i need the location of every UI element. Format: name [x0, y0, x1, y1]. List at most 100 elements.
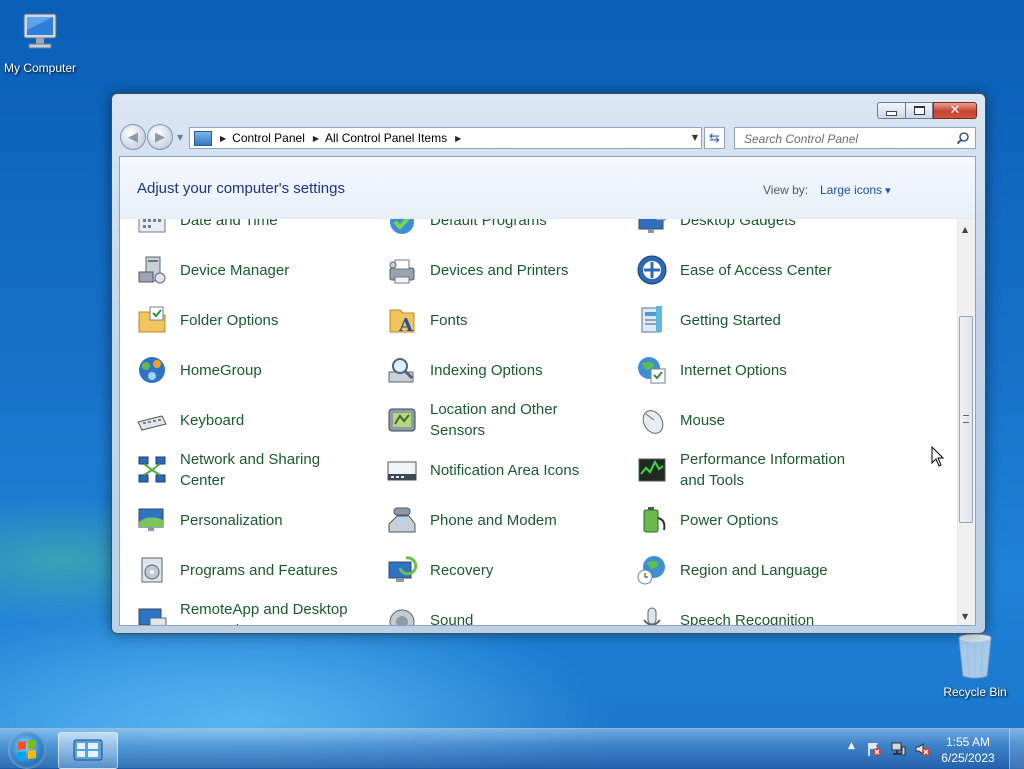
taskbar-clock[interactable]: 1:55 AM 6/25/2023: [938, 734, 998, 766]
maximize-button[interactable]: [905, 102, 933, 119]
volume-muted-icon[interactable]: [914, 741, 930, 757]
printer-icon: [389, 259, 415, 284]
cp-item-homegroup[interactable]: HomeGroup: [120, 347, 360, 393]
start-button[interactable]: [8, 731, 46, 769]
desktop-icon-recycle-bin[interactable]: Recycle Bin: [935, 630, 1015, 699]
cp-item-label: Devices and Printers: [430, 261, 569, 279]
cp-item-speech-recognition[interactable]: Speech Recognition: [620, 597, 860, 625]
breadcrumb-separator-icon[interactable]: ▶: [313, 134, 319, 143]
cp-item-folder-options[interactable]: Folder Options: [120, 297, 360, 343]
action-center-flag-icon[interactable]: [866, 741, 882, 757]
taskbar: ▲ 1:55 AM 6/25/2023: [0, 728, 1024, 769]
getting-started-icon: [641, 306, 662, 333]
cp-item-performance[interactable]: Performance Information and Tools: [620, 447, 860, 493]
network-status-icon[interactable]: [890, 741, 906, 757]
page-title: Adjust your computer's settings: [137, 180, 345, 197]
view-by-dropdown[interactable]: Large icons: [820, 183, 891, 197]
breadcrumb-control-panel[interactable]: Control Panel: [232, 131, 305, 145]
scroll-down-arrow-icon[interactable]: ▼: [962, 612, 968, 621]
sound-icon: [389, 609, 415, 625]
cp-item-ease-of-access[interactable]: Ease of Access Center: [620, 247, 860, 293]
breadcrumb-separator-icon[interactable]: ▶: [220, 134, 226, 143]
cp-item-label: Device Manager: [180, 261, 290, 279]
window-controls: ✕: [877, 102, 977, 119]
fonts-icon: A: [389, 309, 415, 336]
scrollbar-thumb[interactable]: [959, 316, 973, 523]
maximize-icon: [913, 106, 925, 115]
view-by-label: View by:: [763, 183, 809, 197]
cp-item-label: Getting Started: [680, 311, 781, 329]
cp-item-notification-icons[interactable]: Notification Area Icons: [370, 447, 610, 493]
cp-item-power-options[interactable]: Power Options: [620, 497, 860, 543]
cp-item-label: RemoteApp and Desktop Connections: [180, 601, 348, 625]
cp-item-fonts[interactable]: A Fonts: [370, 297, 610, 343]
cp-item-getting-started[interactable]: Getting Started: [620, 297, 860, 343]
cp-item-label: HomeGroup: [180, 361, 262, 379]
close-icon: ✕: [949, 103, 961, 118]
cp-item-label: Region and Language: [680, 561, 828, 579]
cp-item-network-sharing[interactable]: Network and Sharing Center: [120, 447, 360, 493]
mouse-icon: [642, 410, 664, 434]
cp-item-default-programs[interactable]: Default Programs: [370, 219, 610, 243]
cp-item-label: Ease of Access Center: [680, 261, 832, 279]
show-desktop-button[interactable]: [1009, 729, 1024, 769]
cp-item-label: Fonts: [430, 311, 468, 329]
cp-item-label: Programs and Features: [180, 561, 338, 579]
notification-area-icon: [387, 461, 417, 481]
control-panel-window: ✕ ◀ ▶ ▼ ▶ Control Panel ▶ All Control Pa…: [111, 93, 986, 634]
cp-item-label: Mouse: [680, 411, 726, 429]
content-pane: Adjust your computer's settings View by:…: [119, 156, 976, 626]
keyboard-icon: [137, 415, 167, 431]
forward-button[interactable]: ▶: [147, 124, 173, 150]
refresh-button[interactable]: ⇆: [704, 127, 725, 149]
breadcrumb-separator-icon[interactable]: ▶: [455, 134, 461, 143]
phone-modem-icon: [388, 507, 416, 533]
region-language-icon: [637, 556, 665, 585]
performance-icon: [638, 458, 666, 482]
cp-item-phone-modem[interactable]: Phone and Modem: [370, 497, 610, 543]
close-button[interactable]: ✕: [933, 102, 977, 119]
address-bar[interactable]: ▶ Control Panel ▶ All Control Panel Item…: [189, 127, 702, 149]
indexing-icon: [388, 358, 414, 383]
back-button[interactable]: ◀: [120, 124, 146, 150]
taskbar-control-panel-button[interactable]: [58, 732, 118, 769]
content-header: Adjust your computer's settings View by:…: [120, 157, 975, 219]
desktop-label: My Computer: [3, 61, 77, 75]
vertical-scrollbar[interactable]: ▲ ▼: [957, 219, 975, 625]
recycle-bin-icon: [935, 630, 1015, 683]
search-icon[interactable]: [956, 131, 970, 145]
show-hidden-icons-icon[interactable]: ▲: [848, 741, 864, 757]
search-input[interactable]: [742, 129, 951, 149]
cp-item-mouse[interactable]: Mouse: [620, 397, 860, 443]
cp-item-programs-features[interactable]: Programs and Features: [120, 547, 360, 593]
address-dropdown-icon[interactable]: ▼: [692, 133, 698, 142]
recent-pages-dropdown-icon[interactable]: ▼: [177, 133, 183, 142]
cp-item-sound[interactable]: Sound: [370, 597, 610, 625]
cp-item-recovery[interactable]: Recovery: [370, 547, 610, 593]
cp-item-internet-options[interactable]: Internet Options: [620, 347, 860, 393]
desktop-label: Recycle Bin: [943, 685, 1007, 699]
cp-item-devices-and-printers[interactable]: Devices and Printers: [370, 247, 610, 293]
control-panel-icon: [73, 739, 103, 760]
cp-item-desktop-gadgets[interactable]: Desktop Gadgets: [620, 219, 860, 243]
breadcrumb-all-items[interactable]: All Control Panel Items: [325, 131, 447, 145]
cp-item-device-manager[interactable]: Device Manager: [120, 247, 360, 293]
search-box: [734, 127, 976, 149]
cp-item-region-language[interactable]: Region and Language: [620, 547, 860, 593]
ease-of-access-icon: [637, 255, 667, 285]
programs-features-icon: [141, 557, 163, 583]
cp-item-indexing-options[interactable]: Indexing Options: [370, 347, 610, 393]
cp-item-personalization[interactable]: Personalization: [120, 497, 360, 543]
cp-item-location-sensors[interactable]: Location and Other Sensors: [370, 397, 610, 443]
scroll-up-arrow-icon[interactable]: ▲: [962, 225, 968, 234]
cp-item-label: Phone and Modem: [430, 511, 557, 529]
cp-item-remoteapp[interactable]: RemoteApp and Desktop Connections: [120, 597, 360, 625]
speech-recognition-icon: [643, 607, 661, 625]
desktop-icon-my-computer[interactable]: My Computer: [0, 8, 80, 75]
cp-item-keyboard[interactable]: Keyboard: [120, 397, 360, 443]
cp-item-date-and-time[interactable]: Date and Time: [120, 219, 360, 243]
cp-item-label: Sound: [430, 611, 474, 626]
folder-options-icon: [138, 306, 166, 333]
cp-item-label: Network and Sharing Center: [180, 451, 321, 489]
minimize-button[interactable]: [877, 102, 905, 119]
